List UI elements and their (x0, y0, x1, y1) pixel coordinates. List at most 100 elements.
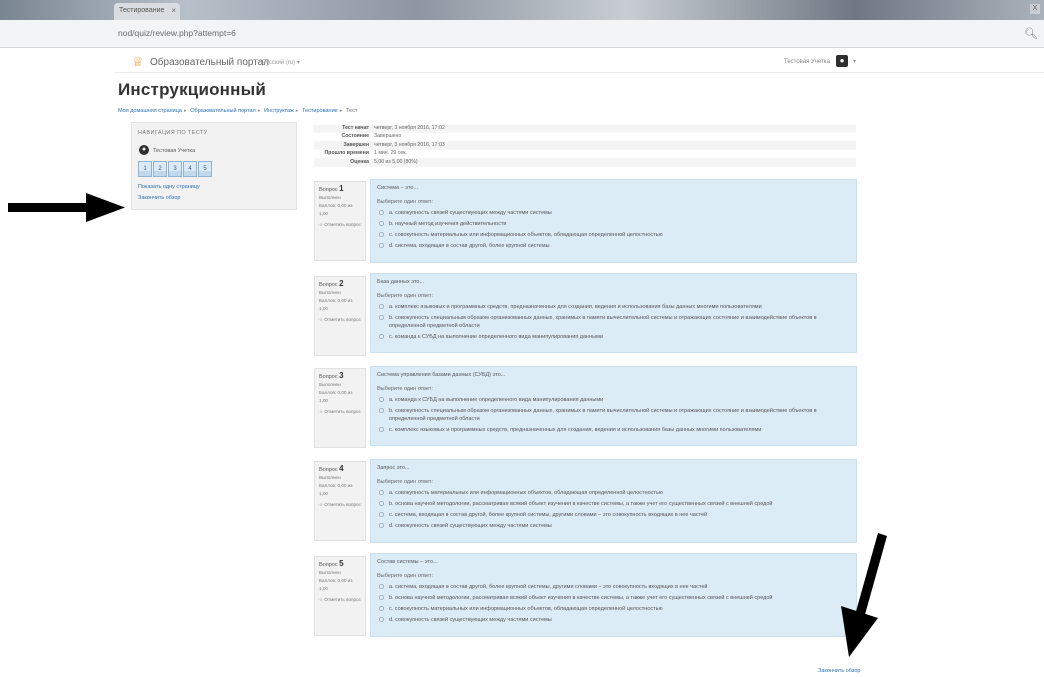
answer-option[interactable]: c. совокупность материальных или информа… (377, 605, 850, 613)
radio-icon[interactable] (379, 315, 384, 320)
flag-question-button[interactable]: ☆ Отметить вопрос (319, 596, 361, 604)
question-content: Запрос это... Выберите один ответ: a. со… (370, 459, 857, 543)
question-number: Вопрос 3 (319, 371, 344, 381)
browser-tab[interactable]: Тестирование × (114, 3, 180, 20)
search-icon[interactable]: 🔍︎ (1024, 27, 1038, 40)
site-name[interactable]: Образовательный портал (150, 57, 269, 68)
answer-option[interactable]: a. команда к СУБД на выполнение определе… (377, 396, 850, 404)
breadcrumb-item[interactable]: Инструктаж (264, 108, 294, 114)
flag-question-button[interactable]: ☆ Отметить вопрос (319, 221, 361, 229)
table-row: Завершен четверг, 3 ноября 2016, 17:03 (314, 141, 856, 151)
question-nav-button[interactable]: 1 (138, 161, 152, 177)
radio-icon[interactable] (379, 232, 384, 237)
flag-question-button[interactable]: ☆ Отметить вопрос (319, 316, 361, 324)
chevron-down-icon[interactable]: ▾ (853, 58, 856, 65)
radio-icon[interactable] (379, 304, 384, 309)
answer-option[interactable]: b. основа научной методологии, рассматри… (377, 594, 850, 602)
radio-icon[interactable] (379, 334, 384, 339)
question-nav-button[interactable]: 5 (198, 161, 212, 177)
question-number: Вопрос 1 (319, 184, 344, 194)
question-content: Состав системы – это... Выберите один от… (370, 553, 857, 637)
answer-option[interactable]: d. совокупность связей существующих межд… (377, 616, 850, 624)
close-icon[interactable]: × (171, 6, 176, 15)
answer-option[interactable]: c. команда к СУБД на выполнение определе… (377, 333, 850, 341)
answer-option[interactable]: d. совокупность связей существующих межд… (377, 522, 850, 530)
answer-option[interactable]: b. совокупность специальным образом орга… (377, 407, 850, 423)
answer-label: a. система, входящая в состав другой, бо… (389, 584, 708, 590)
breadcrumb-separator: ▸ (295, 108, 299, 114)
answer-prompt: Выберите один ответ: (377, 573, 433, 579)
radio-icon[interactable] (379, 397, 384, 402)
question-nav-button[interactable]: 3 (168, 161, 182, 177)
radio-icon[interactable] (379, 501, 384, 506)
window-button[interactable]: X (1030, 4, 1040, 14)
answer-option[interactable]: b. научный метод изучения действительнос… (377, 220, 850, 228)
user-name[interactable]: Тестовая Учетка (784, 59, 830, 65)
answer-label: c. совокупность материальных или информа… (389, 606, 663, 612)
radio-icon[interactable] (379, 408, 384, 413)
breadcrumb-item[interactable]: Тестирование (302, 108, 338, 114)
page-title: Инструкционный (118, 80, 266, 99)
question-status: Выполнен (319, 195, 341, 200)
browser-tab-bar: Тестирование × X (0, 0, 1044, 20)
logo-icon[interactable]: ♕ (132, 54, 144, 70)
answer-option[interactable]: c. комплекс языковых и программных средс… (377, 426, 850, 434)
radio-icon[interactable] (379, 617, 384, 622)
answer-option[interactable]: a. комплекс языковых и программных средс… (377, 303, 850, 311)
answer-option[interactable]: a. совокупность материальных или информа… (377, 489, 850, 497)
question-content: База данных это... Выберите один ответ: … (370, 273, 857, 353)
radio-icon[interactable] (379, 243, 384, 248)
answer-option[interactable]: a. совокупность связей существующих межд… (377, 209, 850, 217)
show-one-page-link[interactable]: Показать одну страницу (138, 184, 200, 190)
summary-value: 5,00 из 5,00 (80%) (374, 158, 418, 165)
answer-label: a. комплекс языковых и программных средс… (389, 304, 762, 310)
flag-question-button[interactable]: ☆ Отметить вопрос (319, 408, 361, 416)
question-text: Состав системы – это... (377, 559, 438, 565)
answer-prompt: Выберите один ответ: (377, 293, 433, 299)
radio-icon[interactable] (379, 221, 384, 226)
finish-review-link[interactable]: Закончить обзор (138, 195, 180, 201)
answer-label: c. команда к СУБД на выполнение определе… (389, 334, 603, 340)
question-nav-button[interactable]: 2 (153, 161, 167, 177)
address-bar[interactable]: nod/quiz/review.php?attempt=6 🔍︎ (0, 20, 1044, 48)
radio-icon[interactable] (379, 606, 384, 611)
question-info: Вопрос 5 Выполнен Баллов: 0,00 из 1,00 ☆… (314, 556, 366, 636)
answer-option[interactable]: d. система, входящая в состав другой, бо… (377, 242, 850, 250)
radio-icon[interactable] (379, 512, 384, 517)
answer-option[interactable]: a. система, входящая в состав другой, бо… (377, 583, 850, 591)
breadcrumb-current: Тест (346, 108, 358, 114)
language-menu[interactable]: Русский (ru) ▾ (262, 59, 300, 66)
answer-label: b. совокупность специальным образом орга… (389, 315, 817, 329)
answer-option[interactable]: b. основа научной методологии, рассматри… (377, 500, 850, 508)
avatar[interactable]: ● (836, 55, 848, 67)
table-row: Прошло времени 1 мин. 29 сек. (314, 150, 856, 159)
attempt-summary-table: Тест начат четверг, 3 ноября 2016, 17:02… (314, 125, 856, 167)
question-nav-button[interactable]: 4 (183, 161, 197, 177)
radio-icon[interactable] (379, 523, 384, 528)
answer-option[interactable]: c. система, входящая в состав другой, бо… (377, 511, 850, 519)
radio-icon[interactable] (379, 595, 384, 600)
breadcrumb-item[interactable]: Моя домашняя страница (118, 108, 182, 114)
radio-icon[interactable] (379, 584, 384, 589)
table-row: Состояние Завершено (314, 133, 856, 142)
answer-option[interactable]: c. совокупность материальных или информа… (377, 231, 850, 239)
radio-icon[interactable] (379, 490, 384, 495)
answer-label: c. система, входящая в состав другой, бо… (389, 512, 708, 518)
radio-icon[interactable] (379, 210, 384, 215)
answer-label: a. команда к СУБД на выполнение определе… (389, 397, 604, 403)
breadcrumb-item[interactable]: Образовательный портал (190, 108, 256, 114)
finish-review-button[interactable]: Закончить обзор (818, 668, 860, 674)
url-text[interactable]: nod/quiz/review.php?attempt=6 (118, 28, 236, 38)
question-points: Баллов: 0,00 из 1,00 (319, 203, 353, 216)
answer-option[interactable]: b. совокупность специальным образом орга… (377, 314, 850, 330)
question-content: Система – это... Выберите один ответ: a.… (370, 179, 857, 263)
question-text: База данных это... (377, 279, 425, 285)
site-navbar: ♕ Образовательный портал Русский (ru) ▾ … (114, 53, 1044, 73)
question-info: Вопрос 1 Выполнен Баллов: 0,00 из 1,00 ☆… (314, 181, 366, 261)
flag-question-button[interactable]: ☆ Отметить вопрос (319, 501, 361, 509)
question-number: Вопрос 4 (319, 464, 344, 474)
breadcrumb-separator: ▸ (257, 108, 261, 114)
summary-label: Завершен (343, 141, 369, 148)
answer-prompt: Выберите один ответ: (377, 386, 433, 392)
radio-icon[interactable] (379, 427, 384, 432)
